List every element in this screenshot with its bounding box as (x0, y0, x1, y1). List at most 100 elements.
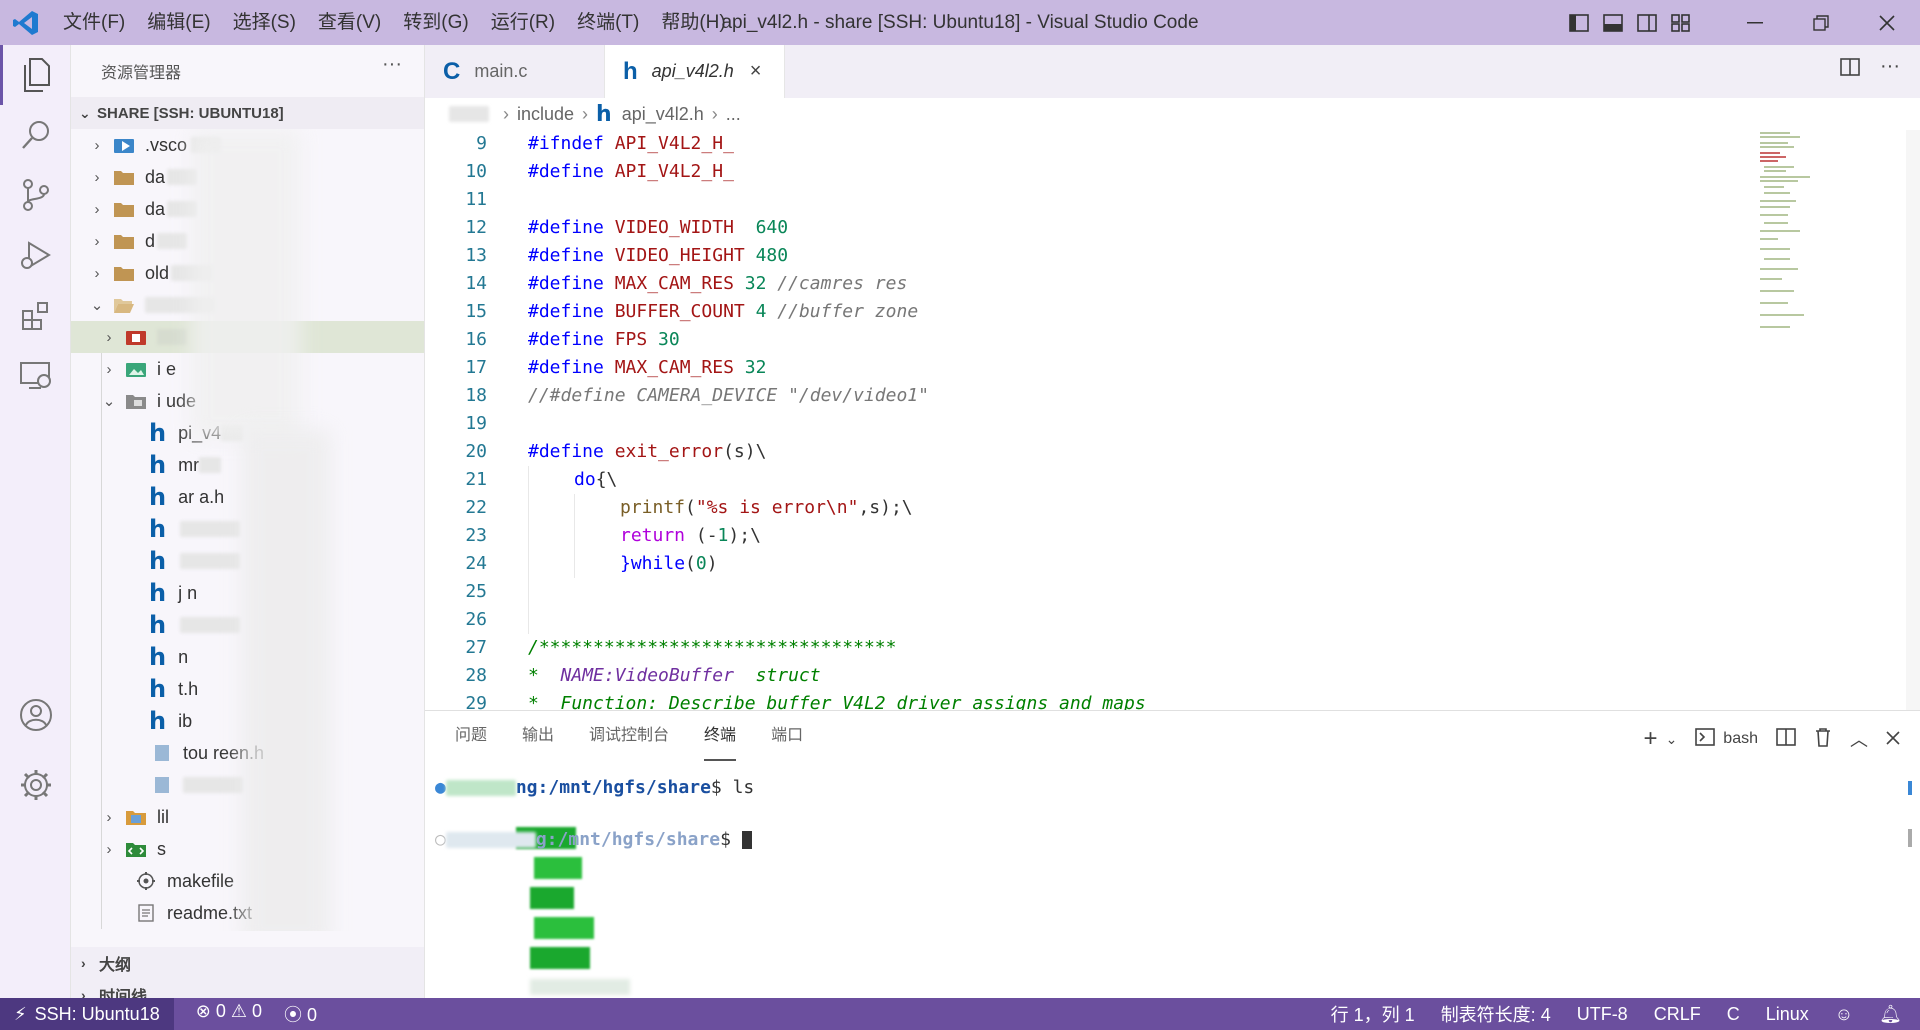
h-file-icon: h (149, 579, 167, 607)
code-editor[interactable]: 9 #ifndef API_V4L2_H_ 10 #define API_V4L2_… (425, 130, 1920, 710)
account-icon[interactable] (0, 685, 71, 745)
breadcrumb-file[interactable]: api_v4l2.h (622, 104, 704, 125)
prompt-indicator-icon: ● (435, 777, 446, 798)
panel-tabs: 问题 输出 调试控制台 终端 端口 (455, 711, 803, 761)
new-terminal-icon[interactable]: + (1644, 725, 1658, 753)
toggle-secondary-sidebar-icon[interactable] (1630, 0, 1664, 45)
tree-item[interactable]: › i e (71, 353, 424, 385)
explorer-icon[interactable] (0, 45, 71, 105)
h-file-icon: h (149, 611, 167, 639)
tree-file[interactable]: readme.txt (71, 897, 424, 929)
close-panel-icon[interactable] (1886, 729, 1900, 750)
menu-file[interactable]: 文件(F) (52, 0, 136, 45)
split-terminal-icon[interactable] (1776, 727, 1796, 751)
tree-item[interactable]: › da (71, 193, 424, 225)
customize-layout-icon[interactable] (1664, 0, 1698, 45)
panel-actions: + ⌄ bash ︿ (1644, 725, 1900, 753)
tab-output[interactable]: 输出 (522, 711, 554, 761)
workspace-section[interactable]: ⌄ SHARE [SSH: UBUNTU18] (71, 97, 424, 129)
tree-item[interactable]: › s (71, 833, 424, 865)
vscode-logo-icon[interactable] (0, 0, 52, 45)
shell-name[interactable]: bash (1723, 730, 1758, 748)
notifications-bell-icon[interactable]: 🔔︎ (1879, 1004, 1902, 1025)
manage-gear-icon[interactable] (0, 755, 71, 815)
tree-item[interactable]: › lil (71, 801, 424, 833)
chevron-right-icon: › (94, 136, 100, 154)
language-mode[interactable]: C (1727, 1004, 1740, 1025)
close-tab-icon[interactable]: × (750, 60, 762, 83)
toggle-sidebar-icon[interactable] (1562, 0, 1596, 45)
tree-file[interactable]: h (71, 513, 424, 545)
tree-file[interactable]: h (71, 545, 424, 577)
restore-icon[interactable] (1788, 0, 1854, 45)
remote-explorer-icon[interactable] (0, 345, 71, 405)
indentation[interactable]: 制表符长度: 4 (1441, 1001, 1551, 1027)
menu-terminal[interactable]: 终端(T) (566, 0, 650, 45)
menu-run[interactable]: 运行(R) (480, 0, 566, 45)
tree-file[interactable]: h ib (71, 705, 424, 737)
editor-scrollbar[interactable] (1906, 130, 1920, 710)
ls-output (451, 801, 631, 995)
tree-file[interactable]: h t.h (71, 673, 424, 705)
split-editor-icon[interactable] (1840, 58, 1860, 82)
outline-section[interactable]: › 大纲 (71, 947, 424, 979)
tree-item[interactable]: ⌄ (71, 289, 424, 321)
remote-indicator[interactable]: ⚡ SSH: Ubuntu18 (0, 998, 174, 1030)
extensions-icon[interactable] (0, 285, 71, 345)
tab-main-c[interactable]: C main.c (425, 45, 605, 98)
breadcrumb: › include › h api_v4l2.h › ... (425, 98, 1920, 130)
breadcrumb-include[interactable]: include (517, 104, 574, 125)
tree-file[interactable]: makefile (71, 865, 424, 897)
ports-indicator[interactable]: ⦿ 0 (284, 1001, 317, 1027)
more-actions-icon[interactable]: ··· (1880, 56, 1900, 82)
menu-go[interactable]: 转到(G) (392, 0, 479, 45)
tab-problems[interactable]: 问题 (455, 711, 487, 761)
encoding[interactable]: UTF-8 (1577, 1004, 1628, 1025)
tab-ports[interactable]: 端口 (771, 711, 803, 761)
cursor-position[interactable]: 行 1，列 1 (1331, 1001, 1415, 1027)
trash-icon[interactable] (1814, 727, 1832, 752)
minimap[interactable] (1760, 130, 1820, 340)
h-file-icon: h (596, 101, 612, 127)
tree-file[interactable]: h pi_v4 (71, 417, 424, 449)
tree-item[interactable]: › da (71, 161, 424, 193)
tree-file[interactable] (71, 769, 424, 801)
os-indicator[interactable]: Linux (1766, 1004, 1809, 1025)
tab-api-v4l2-h[interactable]: h api_v4l2.h × (605, 45, 785, 98)
chevron-down-icon[interactable]: ⌄ (1666, 731, 1678, 748)
tree-item-selected[interactable]: › (71, 321, 424, 353)
tab-terminal[interactable]: 终端 (704, 711, 737, 761)
tab-debug-console[interactable]: 调试控制台 (589, 711, 669, 761)
chevron-right-icon: › (94, 200, 100, 218)
source-control-icon[interactable] (0, 165, 71, 225)
maximize-panel-icon[interactable]: ︿ (1850, 726, 1868, 752)
run-debug-icon[interactable] (0, 225, 71, 285)
problems-indicator[interactable]: ⊗ 0 ⚠ 0 (196, 1001, 262, 1027)
search-icon[interactable] (0, 105, 71, 165)
menu-help[interactable]: 帮助(H) (650, 0, 736, 45)
line-endings[interactable]: CRLF (1654, 1004, 1701, 1025)
tree-item[interactable]: › d (71, 225, 424, 257)
tree-file[interactable]: h mr (71, 449, 424, 481)
close-window-icon[interactable] (1854, 0, 1920, 45)
toggle-panel-icon[interactable] (1596, 0, 1630, 45)
tree-file[interactable]: h n (71, 641, 424, 673)
menu-edit[interactable]: 编辑(E) (136, 0, 221, 45)
explorer-more-icon[interactable]: ··· (382, 53, 402, 76)
tree-item[interactable]: › old (71, 257, 424, 289)
terminal-scrollbar[interactable] (1908, 829, 1912, 847)
minimize-icon[interactable] (1722, 0, 1788, 45)
tree-item[interactable]: › .vsco (71, 129, 424, 161)
breadcrumb-symbol[interactable]: ... (726, 104, 741, 125)
feedback-icon[interactable]: ☺ (1835, 1004, 1853, 1025)
menu-view[interactable]: 查看(V) (307, 0, 392, 45)
menu-selection[interactable]: 选择(S) (222, 0, 307, 45)
lib-folder-icon (125, 808, 147, 826)
tree-file[interactable]: h ar a.h (71, 481, 424, 513)
tree-file[interactable]: h (71, 609, 424, 641)
folder-icon (113, 200, 135, 218)
tree-file[interactable]: hj n (71, 577, 424, 609)
tree-item-include[interactable]: ⌄ i ude (71, 385, 424, 417)
tree-file[interactable]: tou reen.h (71, 737, 424, 769)
c-file-icon: C (443, 57, 461, 85)
